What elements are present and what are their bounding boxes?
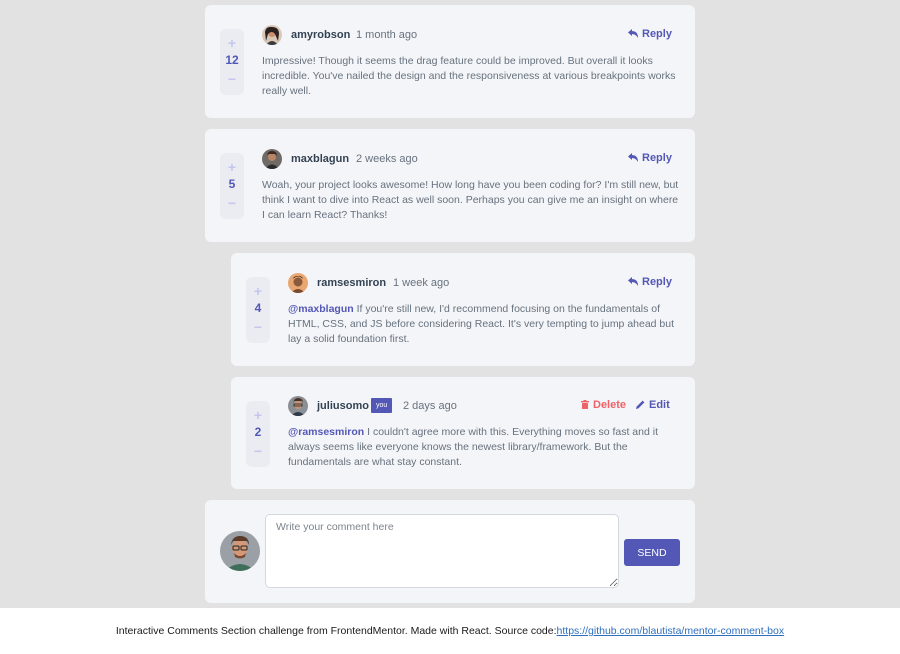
timestamp: 2 weeks ago [356, 153, 418, 165]
downvote-button[interactable]: − [220, 72, 244, 86]
reply-arrow-icon [628, 153, 638, 162]
upvote-button[interactable]: + [220, 160, 244, 174]
reply-label: Reply [642, 276, 672, 288]
timestamp: 2 days ago [403, 400, 457, 412]
username[interactable]: maxblagun [291, 153, 349, 166]
username[interactable]: amyrobson [291, 29, 350, 42]
vote-control: + 5 − [220, 153, 244, 219]
reply-arrow-icon [628, 29, 638, 38]
username[interactable]: ramsesmiron [317, 277, 386, 290]
downvote-button[interactable]: − [246, 320, 270, 334]
reply-arrow-icon [628, 277, 638, 286]
avatar [288, 396, 308, 416]
reply-button[interactable]: Reply [628, 276, 672, 289]
you-badge: you [371, 398, 393, 413]
score-value: 2 [254, 425, 262, 439]
upvote-button[interactable]: + [246, 408, 270, 422]
avatar [262, 149, 282, 169]
comment-text: @maxblagun If you're still new, I'd reco… [288, 302, 683, 347]
reply-card-own: + 2 − juliusomo you 2 days ago Delete Ed… [231, 377, 695, 489]
comment-input[interactable] [265, 514, 619, 588]
comment-card: + 5 − maxblagun 2 weeks ago Reply Woah, … [205, 129, 695, 242]
edit-button[interactable]: Edit [636, 399, 670, 412]
comment-card: + 12 − amyrobson 1 month ago Reply Impre… [205, 5, 695, 118]
reply-label: Reply [642, 152, 672, 164]
timestamp: 1 month ago [356, 29, 418, 41]
vote-control: + 12 − [220, 29, 244, 95]
reply-button[interactable]: Reply [628, 28, 672, 41]
score-value: 12 [225, 53, 239, 67]
avatar [262, 25, 282, 45]
username[interactable]: juliusomo [317, 400, 369, 413]
comments-section: + 12 − amyrobson 1 month ago Reply Impre… [0, 0, 900, 608]
current-user-avatar [220, 531, 260, 571]
footer-text: Interactive Comments Section challenge f… [115, 625, 557, 637]
timestamp: 1 week ago [393, 277, 450, 289]
reply-button[interactable]: Reply [628, 152, 672, 165]
comment-composer: SEND [205, 500, 695, 603]
vote-control: + 2 − [246, 401, 270, 467]
mention-link[interactable]: @maxblagun [288, 303, 354, 315]
avatar [288, 273, 308, 293]
delete-label: Delete [593, 399, 627, 411]
comment-text: Impressive! Though it seems the drag fea… [262, 55, 676, 97]
reply-card: + 4 − ramsesmiron 1 week ago Reply @maxb… [231, 253, 695, 366]
upvote-button[interactable]: + [220, 36, 244, 50]
send-button[interactable]: SEND [624, 539, 680, 566]
delete-button[interactable]: Delete [581, 399, 626, 412]
downvote-button[interactable]: − [246, 444, 270, 458]
source-code-link[interactable]: https://github.com/blautista/mentor-comm… [557, 625, 785, 637]
vote-control: + 4 − [246, 277, 270, 343]
mention-link[interactable]: @ramsesmiron [288, 426, 364, 438]
edit-label: Edit [649, 399, 670, 411]
reply-label: Reply [642, 28, 672, 40]
trash-icon [581, 400, 589, 409]
score-value: 5 [228, 177, 236, 191]
pencil-icon [636, 400, 645, 409]
upvote-button[interactable]: + [246, 284, 270, 298]
downvote-button[interactable]: − [220, 196, 244, 210]
comment-text: Woah, your project looks awesome! How lo… [262, 179, 679, 221]
footer: Interactive Comments Section challenge f… [0, 608, 900, 654]
score-value: 4 [254, 301, 262, 315]
comment-text: @ramsesmiron I couldn't agree more with … [288, 425, 668, 470]
